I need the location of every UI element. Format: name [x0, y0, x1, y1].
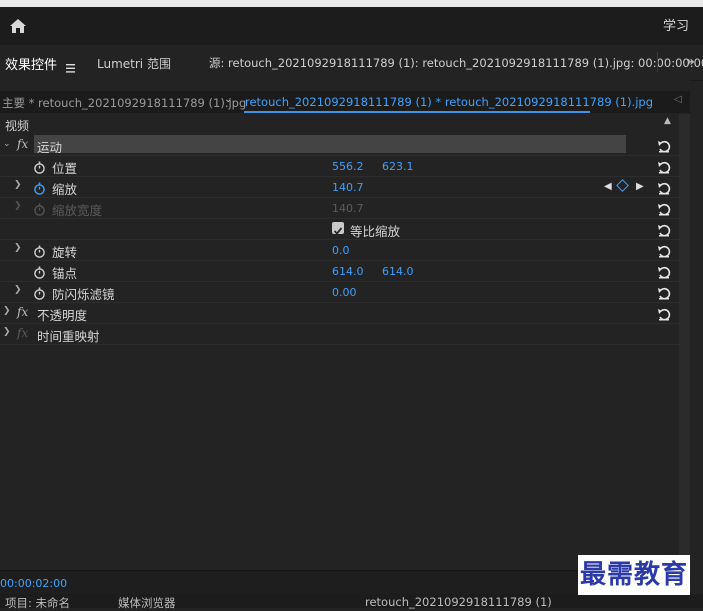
- scale-label: 缩放: [52, 182, 78, 197]
- uniform-scale-label: 等比缩放: [350, 224, 401, 239]
- tab-project[interactable]: 项目: 未命名: [5, 595, 70, 611]
- tab-timeline[interactable]: retouch_2021092918111789 (1): [365, 595, 552, 609]
- position-label: 位置: [52, 161, 78, 176]
- video-section-header: 视频: [0, 114, 679, 134]
- scale-width-label: 缩放宽度: [52, 203, 103, 218]
- chevron-right-icon[interactable]: ❯: [14, 201, 22, 211]
- stopwatch-icon-active[interactable]: [33, 180, 46, 195]
- property-row-anti-flicker[interactable]: ❯ 防闪烁滤镜 0.00: [0, 281, 679, 303]
- timeline-scroll-handle[interactable]: ◁: [674, 94, 682, 105]
- scale-value[interactable]: 140.7: [332, 181, 364, 194]
- anchor-x-value[interactable]: 614.0: [332, 265, 364, 278]
- stopwatch-icon[interactable]: [33, 285, 46, 300]
- property-row-uniform-scale[interactable]: 等比缩放: [0, 218, 679, 240]
- prev-keyframe-icon[interactable]: ◀: [604, 181, 612, 192]
- video-section-label: 视频: [5, 119, 30, 133]
- chevron-right-icon[interactable]: ❯: [14, 285, 22, 295]
- chevron-down-icon[interactable]: ⌄: [224, 94, 232, 105]
- chevron-right-icon[interactable]: ❯: [14, 243, 22, 253]
- top-bar: 学习: [0, 7, 703, 45]
- opacity-label: 不透明度: [37, 308, 88, 323]
- bottom-panel-tabs: 项目: 未命名 媒体浏览器 retouch_2021092918111789 (…: [0, 594, 703, 611]
- property-row-scale-width[interactable]: ❯ 缩放宽度 140.7: [0, 197, 679, 219]
- panel-gap: [0, 80, 690, 91]
- tab-divider: [657, 52, 658, 72]
- stopwatch-icon[interactable]: [33, 243, 46, 258]
- uniform-scale-checkbox[interactable]: [332, 222, 344, 235]
- reset-icon[interactable]: [657, 264, 671, 279]
- chevron-right-icon[interactable]: ❯: [3, 306, 11, 316]
- tab-lumetri-scopes[interactable]: Lumetri 范围: [97, 55, 171, 72]
- panel-tab-row: 效果控件 Lumetri 范围 源: retouch_2021092918111…: [0, 45, 703, 81]
- more-panels-button[interactable]: »: [686, 54, 695, 70]
- reset-icon[interactable]: [657, 138, 671, 153]
- window-top-strip: [0, 0, 703, 7]
- reset-icon[interactable]: [657, 306, 671, 321]
- reset-icon[interactable]: [657, 222, 671, 237]
- sequence-clip-label[interactable]: retouch_2021092918111789 (1) * retouch_2…: [245, 95, 653, 109]
- property-row-scale[interactable]: ❯ 缩放 140.7 ◀ ▶: [0, 176, 679, 198]
- chevron-down-icon[interactable]: ⌄: [3, 139, 11, 149]
- clip-tab-underline: [244, 111, 590, 113]
- tab-media-browser[interactable]: 媒体浏览器: [118, 595, 176, 611]
- reset-icon[interactable]: [657, 201, 671, 216]
- master-clip-label[interactable]: 主要 * retouch_2021092918111789 (1).jpg: [2, 95, 246, 111]
- watermark-logo: 最需教育: [578, 555, 691, 595]
- fx-icon: fx: [17, 326, 29, 340]
- reset-icon[interactable]: [657, 285, 671, 300]
- current-timecode[interactable]: 00:00:02:00: [0, 577, 67, 590]
- anti-flicker-label: 防闪烁滤镜: [52, 287, 115, 302]
- motion-label: 运动: [37, 140, 63, 155]
- chevron-right-icon[interactable]: ❯: [14, 180, 22, 190]
- rotation-value[interactable]: 0.0: [332, 244, 350, 257]
- rotation-label: 旋转: [52, 245, 78, 260]
- stopwatch-icon[interactable]: [33, 264, 46, 279]
- tab-source[interactable]: 源: retouch_2021092918111789 (1): retouch…: [209, 55, 703, 71]
- position-y-value[interactable]: 623.1: [382, 160, 414, 173]
- reset-icon[interactable]: [657, 243, 671, 258]
- next-keyframe-icon[interactable]: ▶: [636, 181, 644, 192]
- vertical-scrollbar[interactable]: [679, 114, 690, 570]
- keyframe-diamond-icon[interactable]: [616, 179, 629, 192]
- position-x-value[interactable]: 556.2: [332, 160, 364, 173]
- stopwatch-icon[interactable]: [33, 159, 46, 174]
- stopwatch-icon: [33, 201, 46, 216]
- anti-flicker-value[interactable]: 0.00: [332, 286, 357, 299]
- property-row-position[interactable]: 位置 556.2 623.1: [0, 155, 679, 177]
- reset-icon[interactable]: [657, 159, 671, 174]
- sequence-bar: 主要 * retouch_2021092918111789 (1).jpg ⌄ …: [0, 91, 690, 113]
- anchor-label: 锚点: [52, 266, 78, 281]
- effect-row-opacity[interactable]: ❯ fx 不透明度: [0, 302, 679, 324]
- property-row-rotation[interactable]: ❯ 旋转 0.0: [0, 239, 679, 261]
- scale-width-value: 140.7: [332, 202, 364, 215]
- chevron-right-icon[interactable]: ❯: [3, 327, 11, 337]
- effect-row-time-remapping[interactable]: ❯ fx 时间重映射: [0, 323, 679, 345]
- menu-icon[interactable]: [66, 58, 75, 73]
- motion-highlight: [34, 135, 626, 153]
- effects-empty-area: [0, 345, 679, 570]
- home-icon[interactable]: [8, 16, 28, 36]
- fx-icon[interactable]: fx: [17, 305, 28, 319]
- tab-effect-controls[interactable]: 效果控件: [5, 54, 57, 73]
- fx-icon[interactable]: fx: [17, 137, 28, 151]
- property-row-anchor[interactable]: 锚点 614.0 614.0: [0, 260, 679, 282]
- scroll-up-arrow-icon[interactable]: ▲: [664, 116, 671, 126]
- reset-icon[interactable]: [657, 180, 671, 195]
- learn-workspace-button[interactable]: 学习: [663, 15, 689, 34]
- time-remapping-label: 时间重映射: [37, 329, 100, 344]
- effect-row-motion[interactable]: ⌄ fx 运动: [0, 134, 679, 156]
- anchor-y-value[interactable]: 614.0: [382, 265, 414, 278]
